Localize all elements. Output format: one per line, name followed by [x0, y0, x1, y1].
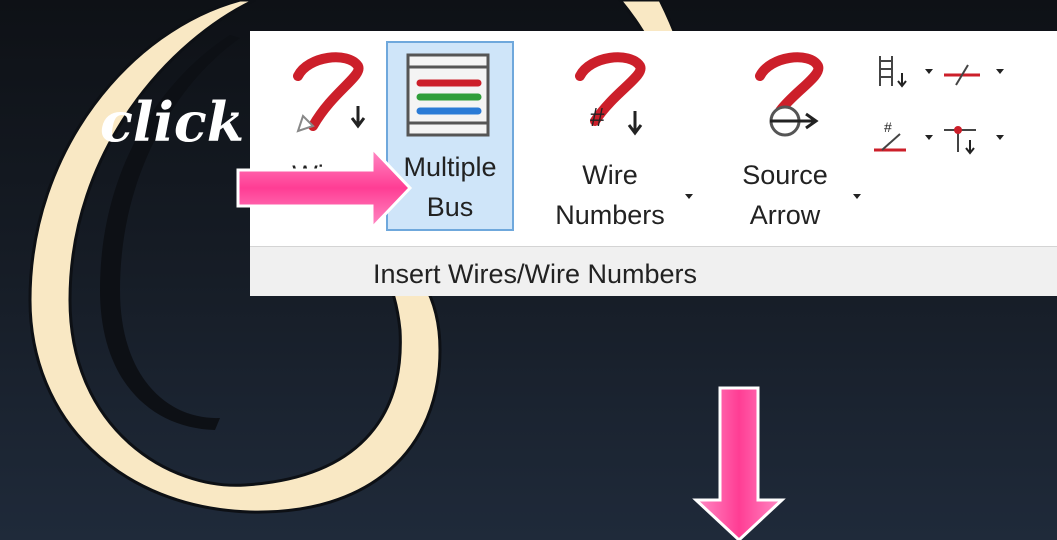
svg-text:#: #: [590, 102, 605, 132]
wire-number-leader-icon[interactable]: #: [870, 116, 920, 161]
multiple-bus-label-line2: Bus: [426, 192, 474, 222]
cross-wire-dropdown-arrow[interactable]: [996, 69, 1004, 74]
source-arrow-label-line1: Source: [742, 160, 828, 190]
wire-number-leader-dropdown-arrow[interactable]: [925, 135, 933, 140]
svg-text:#: #: [884, 119, 892, 135]
ribbon-panel: Wire Multiple Bus # Wire Numbers Source …: [250, 31, 1057, 296]
ribbon-group-footer: Insert Wires/Wire Numbers: [250, 246, 1057, 296]
ladder-icon[interactable]: [870, 51, 920, 101]
source-arrow-dropdown-arrow[interactable]: [853, 194, 861, 199]
ladder-dropdown-arrow[interactable]: [925, 69, 933, 74]
source-arrow-button[interactable]: Source Arrow: [705, 41, 865, 231]
multiple-bus-button[interactable]: Multiple Bus: [386, 41, 514, 231]
click-annotation: click: [100, 90, 245, 154]
wire-numbers-icon: #: [575, 52, 646, 136]
tee-marker-icon[interactable]: [940, 116, 990, 161]
tee-marker-dropdown-arrow[interactable]: [996, 135, 1004, 140]
cross-wire-icon[interactable]: [940, 53, 990, 93]
wire-button-label: Wire: [292, 160, 348, 190]
multiple-bus-icon: [406, 53, 490, 137]
multiple-bus-label-line1: Multiple: [403, 152, 497, 182]
wire-numbers-button[interactable]: # Wire Numbers: [530, 41, 693, 231]
ribbon-group-label: Insert Wires/Wire Numbers: [372, 259, 698, 289]
wire-button[interactable]: Wire: [270, 41, 370, 231]
source-arrow-icon: [755, 52, 824, 137]
wire-numbers-dropdown-arrow[interactable]: [685, 194, 693, 199]
wire-icon: [293, 52, 366, 133]
wire-numbers-label-line1: Wire: [582, 160, 638, 190]
source-arrow-label-line2: Arrow: [749, 200, 821, 230]
wire-numbers-label-line2: Numbers: [555, 200, 665, 230]
